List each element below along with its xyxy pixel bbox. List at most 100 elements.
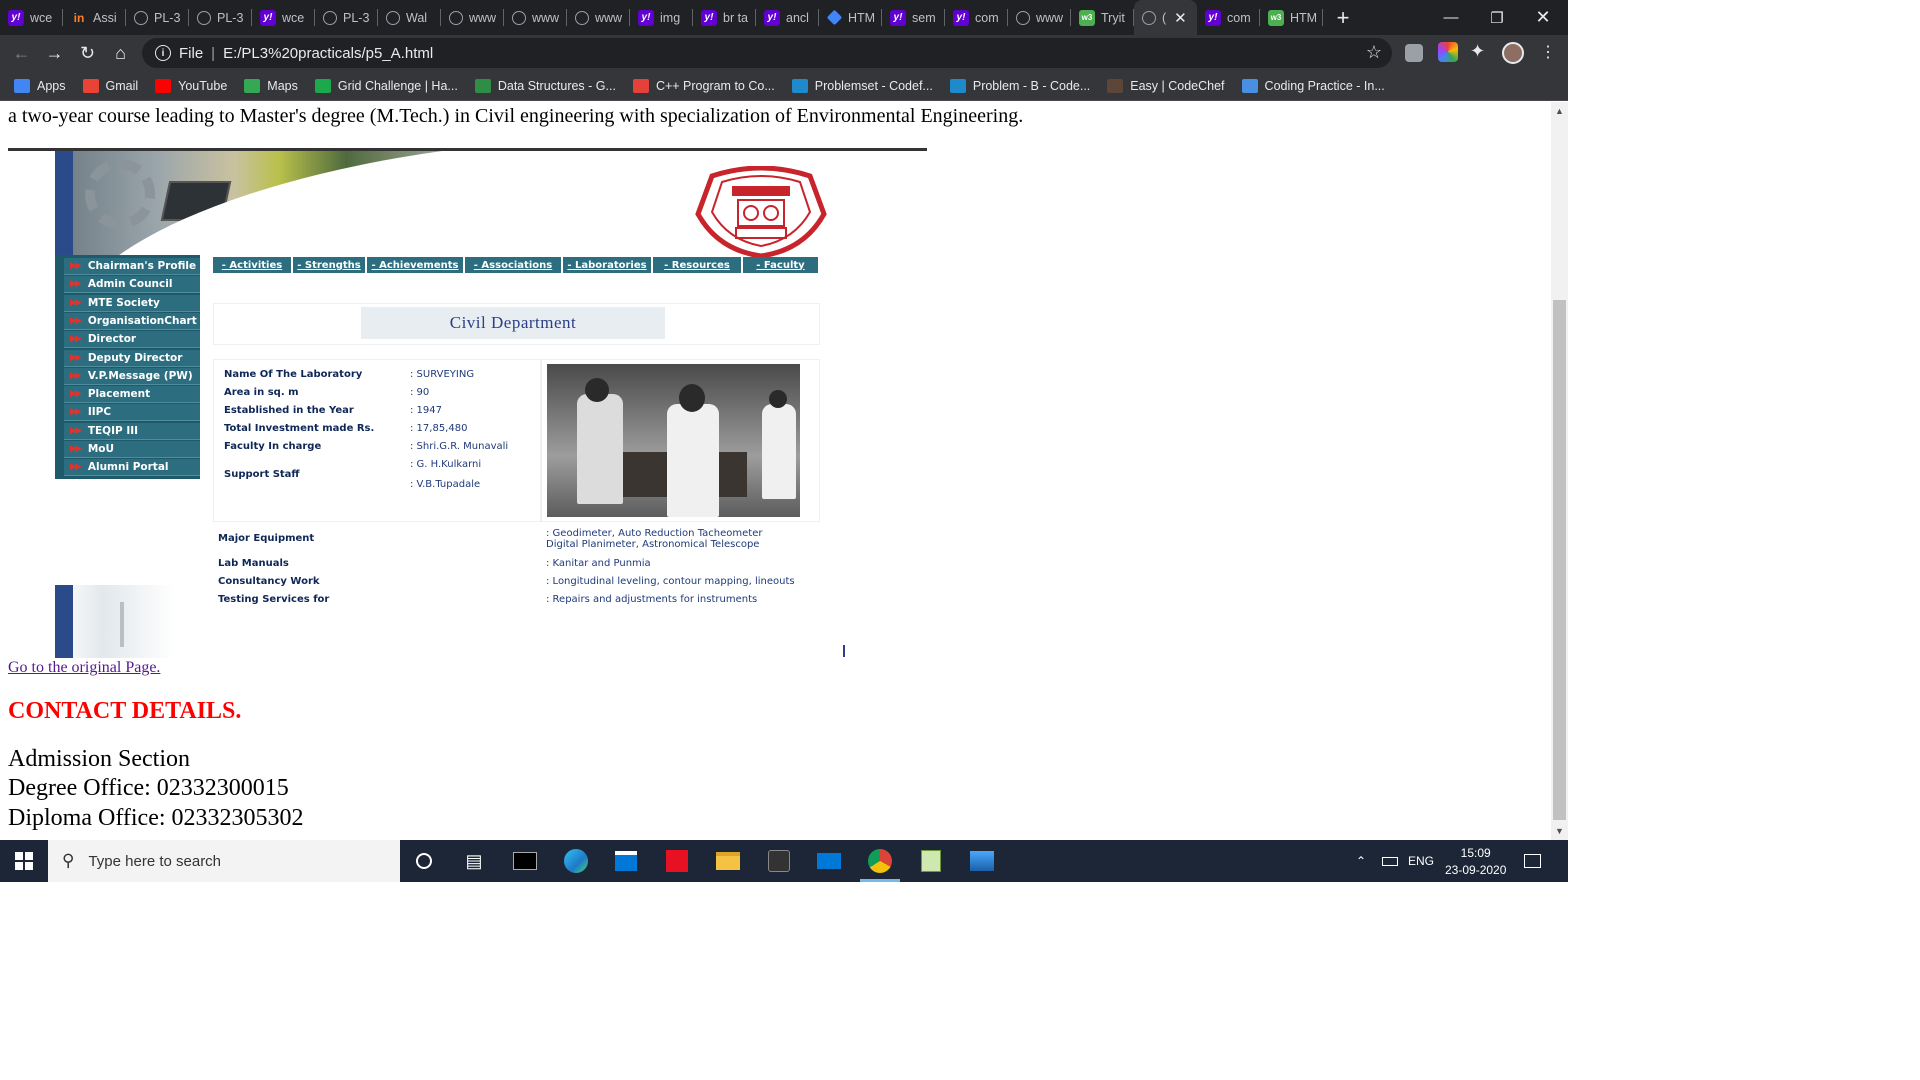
browser-tab[interactable]: y! sem bbox=[882, 0, 945, 35]
profile-avatar[interactable] bbox=[1502, 42, 1524, 64]
sidebar-item[interactable]: ▶▶ Chairman's Profile bbox=[64, 258, 200, 275]
home-icon[interactable]: ⌂ bbox=[104, 38, 137, 68]
notifications-icon[interactable] bbox=[1524, 840, 1541, 882]
sidebar-item[interactable]: ▶▶ IIPC bbox=[64, 404, 200, 422]
browser-tab[interactable]: y! com bbox=[945, 0, 1008, 35]
topnav-link[interactable]: - Faculty bbox=[743, 257, 820, 273]
original-page-link[interactable]: Go to the original Page. bbox=[8, 659, 160, 677]
bookmark-label: Maps bbox=[267, 78, 298, 93]
browser-tab[interactable]: PL-3 bbox=[315, 0, 378, 35]
vscode-like-icon[interactable] bbox=[765, 847, 793, 875]
sidebar-item-label: Admin Council bbox=[87, 278, 173, 291]
language-indicator[interactable]: ENG bbox=[1408, 840, 1434, 882]
sidebar-item[interactable]: ▶▶ Placement bbox=[64, 386, 200, 404]
notepad-plus-icon[interactable] bbox=[917, 847, 945, 875]
sidebar-item[interactable]: ▶▶ Director bbox=[64, 331, 200, 349]
store-icon[interactable] bbox=[612, 847, 640, 875]
browser-tab[interactable]: w3 HTM bbox=[1260, 0, 1323, 35]
puzzle-extensions-icon[interactable]: ✦ bbox=[1470, 41, 1485, 62]
scroll-up-icon[interactable]: ▲ bbox=[1555, 106, 1564, 116]
photos-icon[interactable] bbox=[968, 847, 996, 875]
browser-tab[interactable]: www bbox=[567, 0, 630, 35]
browser-tab[interactable]: HTM bbox=[819, 0, 882, 35]
browser-tab[interactable]: y! com bbox=[1197, 0, 1260, 35]
browser-tab[interactable]: y! img bbox=[630, 0, 693, 35]
bookmark-item[interactable]: Easy | CodeChef bbox=[1107, 78, 1225, 93]
browser-tab[interactable]: w3 Tryit bbox=[1071, 0, 1134, 35]
bookmark-item[interactable]: YouTube bbox=[155, 78, 227, 93]
bookmark-item[interactable]: Coding Practice - In... bbox=[1241, 78, 1385, 93]
task-view-icon[interactable]: ▤ bbox=[460, 847, 488, 875]
page-scrollbar[interactable]: ▲ ▼ bbox=[1551, 102, 1568, 840]
topnav-link[interactable]: - Laboratories bbox=[563, 257, 653, 273]
mail-icon[interactable] bbox=[815, 847, 843, 875]
sidebar-item[interactable]: ▶▶ V.P.Message (PW) bbox=[64, 367, 200, 385]
topnav-link[interactable]: - Associations bbox=[465, 257, 563, 273]
clock[interactable]: 15:09 23-09-2020 bbox=[1445, 840, 1506, 882]
bookmark-item[interactable]: Apps bbox=[14, 78, 66, 93]
taskbar-search[interactable]: ⚲ Type here to search bbox=[48, 840, 400, 882]
cortana-icon[interactable] bbox=[410, 847, 438, 875]
bookmark-item[interactable]: Grid Challenge | Ha... bbox=[314, 78, 458, 93]
bookmark-item[interactable]: Problem - B - Code... bbox=[949, 78, 1090, 93]
sidebar-item[interactable]: ▶▶ MoU bbox=[64, 441, 200, 458]
topnav-link[interactable]: - Strengths bbox=[293, 257, 367, 273]
battery-icon[interactable] bbox=[1382, 840, 1398, 882]
bookmark-item[interactable]: Data Structures - G... bbox=[474, 78, 616, 93]
browser-tab[interactable]: PL-3 bbox=[189, 0, 252, 35]
tab-close-icon[interactable]: ✕ bbox=[1174, 9, 1187, 27]
address-url[interactable]: E:/PL3%20practicals/p5_A.html bbox=[223, 45, 433, 62]
close-window-button[interactable]: ✕ bbox=[1520, 0, 1566, 35]
tab-strip: y! wce in Assi PL-3 PL-3 y! wce PL-3 Wal www www www… bbox=[0, 0, 1568, 35]
minimize-button[interactable]: — bbox=[1428, 0, 1474, 35]
back-icon[interactable]: ← bbox=[5, 38, 38, 68]
bookmark-star-icon[interactable]: ☆ bbox=[1366, 42, 1382, 63]
topnav-link[interactable]: - Achievements bbox=[367, 257, 465, 273]
terminal-icon[interactable] bbox=[511, 847, 539, 875]
file-explorer-icon[interactable] bbox=[714, 847, 742, 875]
topnav-link[interactable]: - Activities bbox=[213, 257, 293, 273]
edge-icon[interactable] bbox=[562, 847, 590, 875]
scroll-down-icon[interactable]: ▼ bbox=[1555, 826, 1564, 836]
tray-chevron-icon[interactable]: ⌃ bbox=[1356, 840, 1366, 882]
gift-app-icon[interactable] bbox=[663, 847, 691, 875]
sidebar-item[interactable]: ▶▶ Admin Council bbox=[64, 276, 200, 294]
windows-start-icon[interactable] bbox=[0, 840, 48, 882]
topnav-link[interactable]: - Resources bbox=[653, 257, 743, 273]
browser-tab[interactable]: www bbox=[1008, 0, 1071, 35]
color-extension-icon[interactable] bbox=[1438, 42, 1458, 62]
tab-title: wce bbox=[282, 10, 305, 25]
forward-icon[interactable]: → bbox=[38, 38, 71, 68]
restore-button[interactable]: ❐ bbox=[1474, 0, 1520, 35]
extension-icon[interactable] bbox=[1405, 44, 1423, 62]
sidebar-item[interactable]: ▶▶ TEQIP III bbox=[64, 422, 200, 440]
scroll-thumb[interactable] bbox=[1553, 300, 1566, 820]
browser-tab[interactable]: y! wce bbox=[0, 0, 63, 35]
browser-tab[interactable]: y! ancl bbox=[756, 0, 819, 35]
bookmark-item[interactable]: C++ Program to Co... bbox=[632, 78, 775, 93]
menu-kebab-icon[interactable]: ⋮ bbox=[1540, 42, 1556, 62]
bookmark-item[interactable]: Problemset - Codef... bbox=[791, 78, 933, 93]
browser-tab[interactable]: in Assi bbox=[63, 0, 126, 35]
browser-tab[interactable]: PL-3 bbox=[126, 0, 189, 35]
sidebar-item[interactable]: ▶▶ Deputy Director bbox=[64, 349, 200, 367]
browser-tab[interactable]: y! wce bbox=[252, 0, 315, 35]
browser-tab[interactable]: www bbox=[504, 0, 567, 35]
browser-tab[interactable]: Wal bbox=[378, 0, 441, 35]
bookmark-label: Easy | CodeChef bbox=[1130, 78, 1225, 93]
sidebar-item[interactable]: ▶▶ OrganisationChart bbox=[64, 312, 200, 330]
browser-tab-active[interactable]: (✕ bbox=[1134, 0, 1197, 35]
sidebar-item[interactable]: ▶▶ MTE Society bbox=[64, 294, 200, 312]
department-top-nav: - Activities - Strengths - Achievements - A… bbox=[213, 257, 820, 273]
consultancy-label: Consultancy Work bbox=[218, 576, 320, 587]
site-info-icon[interactable]: i bbox=[155, 45, 171, 61]
bookmark-item[interactable]: Maps bbox=[244, 78, 298, 93]
chrome-icon[interactable] bbox=[866, 847, 894, 875]
browser-tab[interactable]: www bbox=[441, 0, 504, 35]
bookmark-item[interactable]: Gmail bbox=[82, 78, 138, 93]
address-bar[interactable]: i File | E:/PL3%20practicals/p5_A.html ☆ bbox=[142, 38, 1392, 68]
reload-icon[interactable]: ↻ bbox=[71, 38, 104, 68]
sidebar-item[interactable]: ▶▶ Alumni Portal bbox=[64, 459, 200, 477]
browser-tab[interactable]: y! br ta bbox=[693, 0, 756, 35]
new-tab-button[interactable]: + bbox=[1323, 5, 1363, 31]
